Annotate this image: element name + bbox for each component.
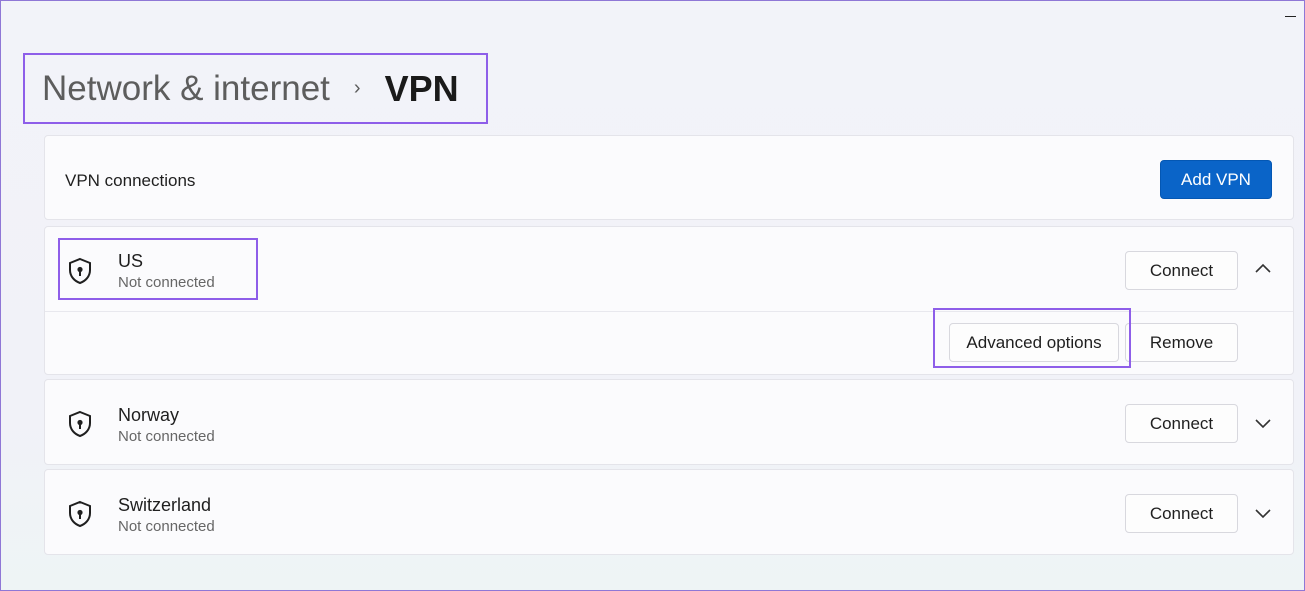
vpn-connections-label: VPN connections — [65, 171, 196, 190]
remove-button[interactable]: Remove — [1125, 323, 1238, 362]
chevron-down-icon[interactable] — [1253, 413, 1273, 433]
connect-button[interactable]: Connect — [1125, 251, 1238, 290]
page-title: VPN — [384, 67, 459, 109]
chevron-up-icon[interactable] — [1253, 259, 1273, 279]
add-vpn-button[interactable]: Add VPN — [1160, 160, 1272, 199]
vpn-name: Norway — [118, 405, 180, 425]
vpn-name: Switzerland — [118, 495, 212, 515]
vpn-item-norway: Norway Not connected Connect — [44, 379, 1294, 465]
chevron-down-icon[interactable] — [1253, 503, 1273, 523]
breadcrumb-separator-icon: › — [353, 77, 361, 99]
breadcrumb-parent-network-internet[interactable]: Network & internet — [42, 69, 330, 109]
vpn-status: Not connected — [118, 428, 215, 445]
shield-lock-icon — [69, 410, 91, 438]
annotation-highlight-advanced-options — [933, 308, 1131, 368]
annotation-highlight-us — [58, 238, 258, 300]
minimize-button[interactable] — [1284, 3, 1298, 23]
breadcrumb: Network & internet › VPN — [23, 53, 488, 124]
connect-button[interactable]: Connect — [1125, 404, 1238, 443]
connect-button[interactable]: Connect — [1125, 494, 1238, 533]
vpn-status: Not connected — [118, 518, 215, 535]
vpn-item-switzerland: Switzerland Not connected Connect — [44, 469, 1294, 555]
vpn-connections-card: VPN connections Add VPN — [44, 135, 1294, 220]
shield-lock-icon — [69, 500, 91, 528]
